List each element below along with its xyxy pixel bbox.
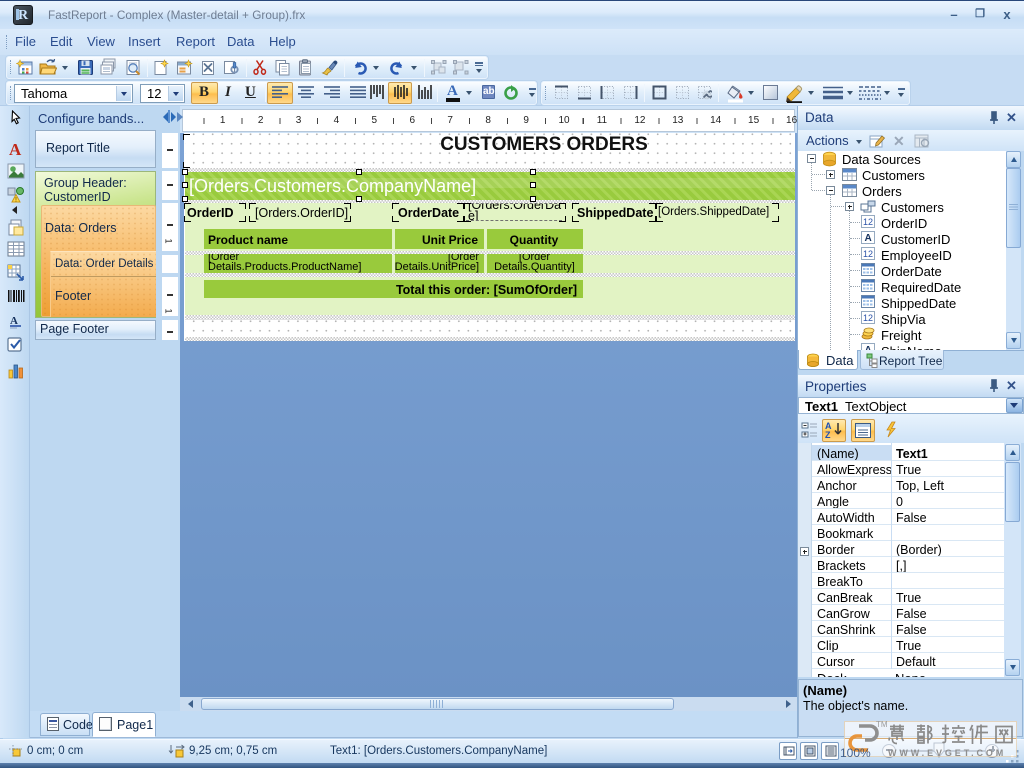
svg-text:Z: Z	[825, 430, 831, 439]
svg-text:!: !	[15, 198, 17, 204]
